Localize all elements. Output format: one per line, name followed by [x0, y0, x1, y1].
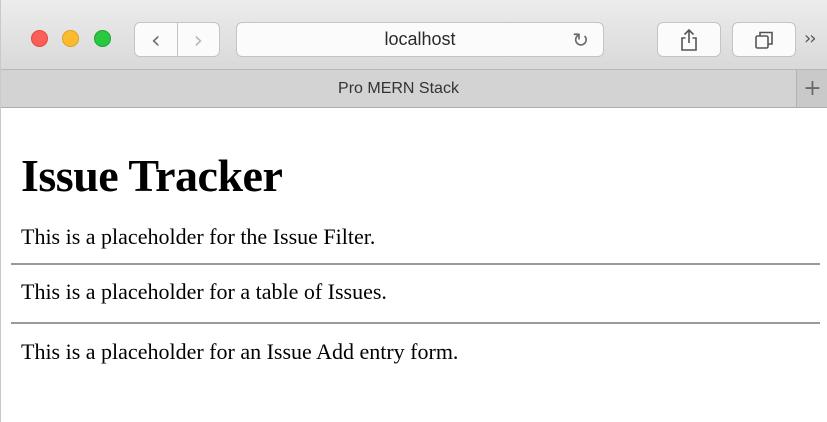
new-tab-button[interactable]: + — [796, 70, 827, 107]
divider — [11, 263, 820, 265]
issue-filter-placeholder: This is a placeholder for the Issue Filt… — [21, 224, 376, 249]
tab-title: Pro MERN Stack — [338, 79, 459, 97]
minimize-window-button[interactable] — [62, 30, 79, 47]
back-button[interactable]: ‹ — [135, 23, 178, 56]
maximize-window-button[interactable] — [94, 30, 111, 47]
chevron-double-right-icon[interactable]: ›› — [804, 28, 816, 49]
navigation-buttons: ‹ › — [134, 22, 220, 57]
page-title: Issue Tracker — [21, 150, 283, 201]
browser-window: ‹ › localhost ↻ ›› Pro MERN Stack + Issu… — [0, 0, 827, 422]
page-content: Issue Tracker This is a placeholder for … — [1, 108, 827, 422]
address-text: localhost — [384, 29, 456, 49]
chevron-left-icon: ‹ — [150, 25, 161, 54]
forward-button[interactable]: › — [178, 23, 220, 56]
tab-bar: Pro MERN Stack + — [1, 70, 827, 108]
tabs-overview-button[interactable] — [732, 22, 796, 57]
share-icon — [681, 28, 697, 51]
issue-add-placeholder: This is a placeholder for an Issue Add e… — [21, 339, 459, 364]
reload-icon[interactable]: ↻ — [572, 28, 589, 52]
browser-toolbar: ‹ › localhost ↻ ›› — [1, 0, 827, 70]
close-window-button[interactable] — [31, 30, 48, 47]
divider — [11, 322, 820, 324]
address-bar[interactable]: localhost ↻ — [236, 22, 604, 57]
tabs-overview-icon — [755, 31, 773, 49]
chevron-right-icon: › — [193, 25, 204, 54]
plus-icon: + — [803, 76, 822, 101]
issue-table-placeholder: This is a placeholder for a table of Iss… — [21, 279, 387, 304]
share-button[interactable] — [657, 22, 721, 57]
tab-active[interactable]: Pro MERN Stack — [1, 70, 796, 107]
